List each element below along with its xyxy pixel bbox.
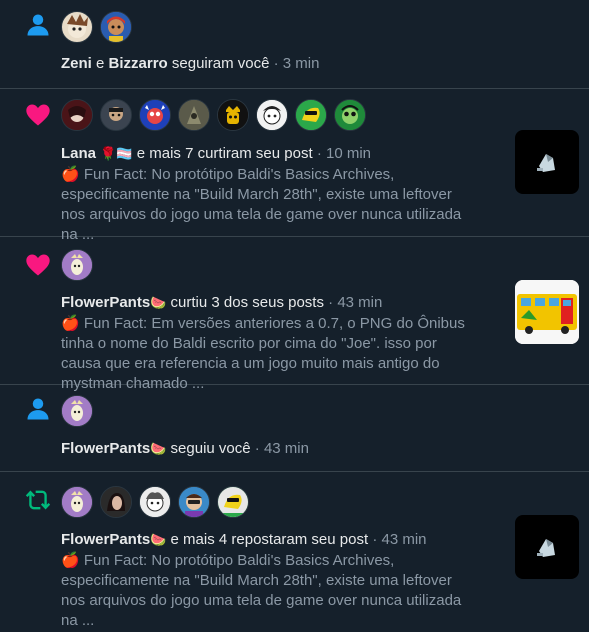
actor-name[interactable]: FlowerPants: [61, 294, 150, 311]
timestamp[interactable]: 43 min: [337, 294, 382, 311]
avatar-row: [61, 249, 93, 281]
separator: ·: [254, 440, 260, 457]
actor-name-emoji: 🌹🏳️‍⚧️: [100, 147, 133, 162]
action-text: seguiu você: [170, 440, 251, 457]
notification-text: Zeni e Bizzarro seguiram você · 3 min: [61, 54, 477, 74]
timestamp[interactable]: 10 min: [326, 145, 371, 162]
avatar[interactable]: [61, 99, 93, 131]
person-icon: [27, 14, 49, 36]
notification-text: FlowerPants🍉 seguiu você · 43 min: [61, 439, 477, 460]
avatar[interactable]: [178, 486, 210, 518]
notification-like[interactable]: FlowerPants🍉 curtiu 3 dos seus posts · 4…: [0, 237, 589, 392]
action-text: e mais 4 repostaram seu post: [170, 531, 369, 548]
post-snippet[interactable]: 🍎 Fun Fact: No protótipo Baldi's Basics …: [61, 551, 477, 631]
avatar[interactable]: [100, 486, 132, 518]
actor-name-emoji: 🍉: [150, 442, 167, 457]
avatar[interactable]: [256, 99, 288, 131]
separator: ·: [316, 145, 322, 162]
avatar[interactable]: [139, 99, 171, 131]
avatar-row: [61, 11, 132, 43]
notification-follow[interactable]: FlowerPants🍉 seguiu você · 43 min: [0, 385, 589, 472]
person-icon: [27, 398, 49, 420]
separator: ·: [328, 294, 334, 311]
timestamp[interactable]: 3 min: [283, 55, 320, 72]
notification-text: FlowerPants🍉 curtiu 3 dos seus posts · 4…: [61, 293, 477, 394]
bus-image-icon: [515, 280, 579, 344]
gameover-image-icon: [537, 539, 555, 557]
actor-name[interactable]: FlowerPants: [61, 440, 150, 457]
post-thumbnail[interactable]: [515, 515, 579, 579]
actor-name[interactable]: Zeni: [61, 55, 92, 72]
post-thumbnail[interactable]: [515, 280, 579, 344]
avatar-row: [61, 395, 93, 427]
separator: ·: [273, 55, 279, 72]
avatar[interactable]: [295, 99, 327, 131]
avatar-row: [61, 99, 366, 131]
avatar[interactable]: [178, 99, 210, 131]
avatar[interactable]: [61, 11, 93, 43]
separator: ·: [372, 531, 378, 548]
actor-name[interactable]: Lana: [61, 145, 96, 162]
action-text: seguiram você: [171, 55, 270, 72]
actor-name[interactable]: Bizzarro: [109, 55, 168, 72]
actor-name-emoji: 🍉: [150, 296, 167, 311]
timestamp[interactable]: 43 min: [381, 531, 426, 548]
avatar[interactable]: [61, 249, 93, 281]
notification-repost[interactable]: FlowerPants🍉 e mais 4 repostaram seu pos…: [0, 472, 589, 632]
gameover-image-icon: [537, 154, 555, 172]
timestamp[interactable]: 43 min: [264, 440, 309, 457]
avatar[interactable]: [100, 11, 132, 43]
avatar[interactable]: [217, 99, 249, 131]
post-snippet[interactable]: 🍎 Fun Fact: No protótipo Baldi's Basics …: [61, 165, 477, 245]
avatar[interactable]: [139, 486, 171, 518]
conjunction: e: [96, 55, 105, 72]
action-text: e mais 7 curtiram seu post: [136, 145, 313, 162]
avatar-row: [61, 486, 249, 518]
post-snippet[interactable]: 🍎 Fun Fact: Em versões anteriores a 0.7,…: [61, 314, 477, 394]
action-text: curtiu 3 dos seus posts: [170, 294, 324, 311]
notification-text: FlowerPants🍉 e mais 4 repostaram seu pos…: [61, 530, 477, 631]
avatar[interactable]: [61, 395, 93, 427]
avatar[interactable]: [217, 486, 249, 518]
actor-name-emoji: 🍉: [150, 533, 167, 548]
notification-text: Lana 🌹🏳️‍⚧️ e mais 7 curtiram seu post ·…: [61, 144, 477, 245]
heart-icon: [26, 254, 50, 276]
actor-name[interactable]: FlowerPants: [61, 531, 150, 548]
notification-like[interactable]: Lana 🌹🏳️‍⚧️ e mais 7 curtiram seu post ·…: [0, 89, 589, 243]
avatar[interactable]: [334, 99, 366, 131]
avatar[interactable]: [61, 486, 93, 518]
post-thumbnail[interactable]: [515, 130, 579, 194]
heart-icon: [26, 104, 50, 126]
repost-icon: [25, 490, 51, 510]
avatar[interactable]: [100, 99, 132, 131]
notification-follow[interactable]: Zeni e Bizzarro seguiram você · 3 min: [0, 0, 589, 89]
notifications-feed: Zeni e Bizzarro seguiram você · 3 min La…: [0, 0, 589, 632]
